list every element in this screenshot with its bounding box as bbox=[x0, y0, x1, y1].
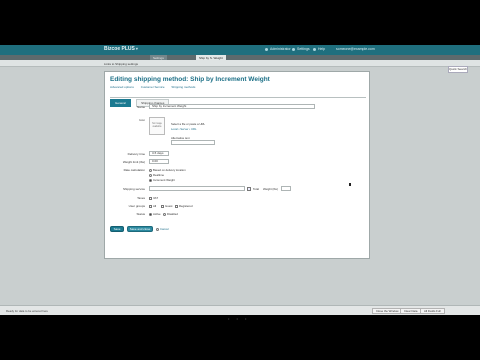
taxes-label: Taxes bbox=[137, 196, 145, 200]
radio-selected-icon bbox=[149, 178, 152, 182]
alt-text-field[interactable] bbox=[171, 140, 215, 145]
rate-option-3[interactable]: Increment Weight bbox=[149, 178, 175, 182]
checkbox-icon bbox=[149, 196, 152, 200]
icon-label: Icon bbox=[139, 118, 145, 122]
cancel-link[interactable]: Cancel bbox=[156, 227, 169, 231]
rate-option-2[interactable]: Realtime bbox=[149, 173, 164, 177]
top-navigation-bar: Bizcoe PLUS▾ Administrator Settings Help… bbox=[0, 45, 480, 55]
icon-preview: No image available bbox=[149, 117, 165, 135]
user-group-guest[interactable]: Guest bbox=[161, 204, 172, 208]
account-link[interactable]: someone@example.com bbox=[336, 47, 375, 51]
app-window: Bizcoe PLUS▾ Administrator Settings Help… bbox=[0, 45, 480, 315]
status-bar: Ready for data to be entered here Close … bbox=[0, 305, 480, 315]
weight-limit-field[interactable]: 0.00 bbox=[149, 159, 169, 164]
user-group-registered[interactable]: Registered bbox=[175, 204, 193, 208]
user-groups-label: User groups bbox=[128, 204, 145, 208]
shipping-service-label: Shipping service bbox=[122, 187, 145, 191]
radio-icon bbox=[149, 173, 152, 177]
administrator-link[interactable]: Administrator bbox=[265, 47, 291, 51]
total-label: Total bbox=[253, 187, 259, 191]
breadcrumb-bar: Links to Shipping settings bbox=[0, 60, 480, 67]
icon-hint: Select a file or paste a URL bbox=[171, 122, 206, 126]
checkbox-icon bbox=[175, 204, 178, 208]
radio-icon bbox=[156, 227, 159, 231]
mouse-cursor bbox=[349, 183, 351, 186]
radio-icon bbox=[163, 212, 166, 216]
name-label: Name bbox=[136, 105, 145, 109]
delivery-label: Delivery time bbox=[127, 152, 145, 156]
quick-search-button[interactable]: Quick Search bbox=[448, 66, 468, 73]
close-window-button[interactable]: Close the Window bbox=[372, 308, 403, 314]
save-and-close-button[interactable]: Save and close bbox=[127, 226, 153, 232]
settings-link[interactable]: Settings bbox=[292, 47, 310, 51]
status-active[interactable]: Active bbox=[149, 212, 161, 216]
radio-icon bbox=[149, 168, 152, 172]
user-icon bbox=[265, 47, 268, 51]
page-title: Editing shipping method: Ship by Increme… bbox=[110, 76, 270, 83]
weight-rate-label: Weight (lbs) bbox=[263, 187, 278, 191]
tab-divider bbox=[110, 97, 366, 98]
status-label: Status bbox=[136, 212, 145, 216]
weight-rate-field[interactable] bbox=[281, 186, 291, 191]
icon-source-links[interactable]: Local • Server • URL bbox=[171, 127, 197, 131]
all-fields-button[interactable]: All Fields Full bbox=[420, 308, 445, 314]
rate-option-1[interactable]: Based on delivery location bbox=[149, 168, 186, 172]
breadcrumb[interactable]: Links to Shipping settings bbox=[104, 62, 138, 66]
delivery-time-field[interactable]: 3-5 days bbox=[149, 151, 169, 156]
user-group-all[interactable]: All bbox=[149, 204, 156, 208]
app-brand[interactable]: Bizcoe PLUS▾ bbox=[104, 46, 138, 52]
checkbox-icon bbox=[161, 204, 164, 208]
name-field[interactable]: Ship by Increment Weight bbox=[149, 104, 315, 109]
help-link[interactable]: Help bbox=[313, 47, 325, 51]
customer-service-link[interactable]: Customer Service bbox=[141, 85, 165, 89]
weight-limit-label: Weight limit (lbs) bbox=[122, 160, 145, 164]
edit-shipping-panel: Editing shipping method: Ship by Increme… bbox=[104, 71, 370, 259]
panel-links: Advanced options Customer Service Shippi… bbox=[110, 85, 201, 89]
checkbox-icon bbox=[149, 204, 152, 208]
shipping-methods-link[interactable]: Shipping methods bbox=[171, 85, 195, 89]
save-button[interactable]: Save bbox=[110, 226, 124, 232]
gear-icon bbox=[292, 47, 295, 51]
advanced-options-link[interactable]: Advanced options bbox=[110, 85, 134, 89]
chevron-down-icon: ▾ bbox=[135, 46, 138, 51]
calendar-icon[interactable] bbox=[247, 186, 251, 191]
status-disabled[interactable]: Disabled bbox=[163, 212, 178, 216]
rate-calculation-label: Rate calculation bbox=[123, 168, 145, 172]
shipping-service-select[interactable] bbox=[149, 186, 245, 191]
taxes-option[interactable]: VAT bbox=[149, 196, 158, 200]
clear-data-button[interactable]: Clear Data bbox=[400, 308, 422, 314]
help-icon bbox=[313, 47, 316, 51]
radio-selected-icon bbox=[149, 212, 152, 216]
video-progress-dots: • • • bbox=[228, 316, 250, 321]
status-text: Ready for data to be entered here bbox=[6, 309, 48, 313]
